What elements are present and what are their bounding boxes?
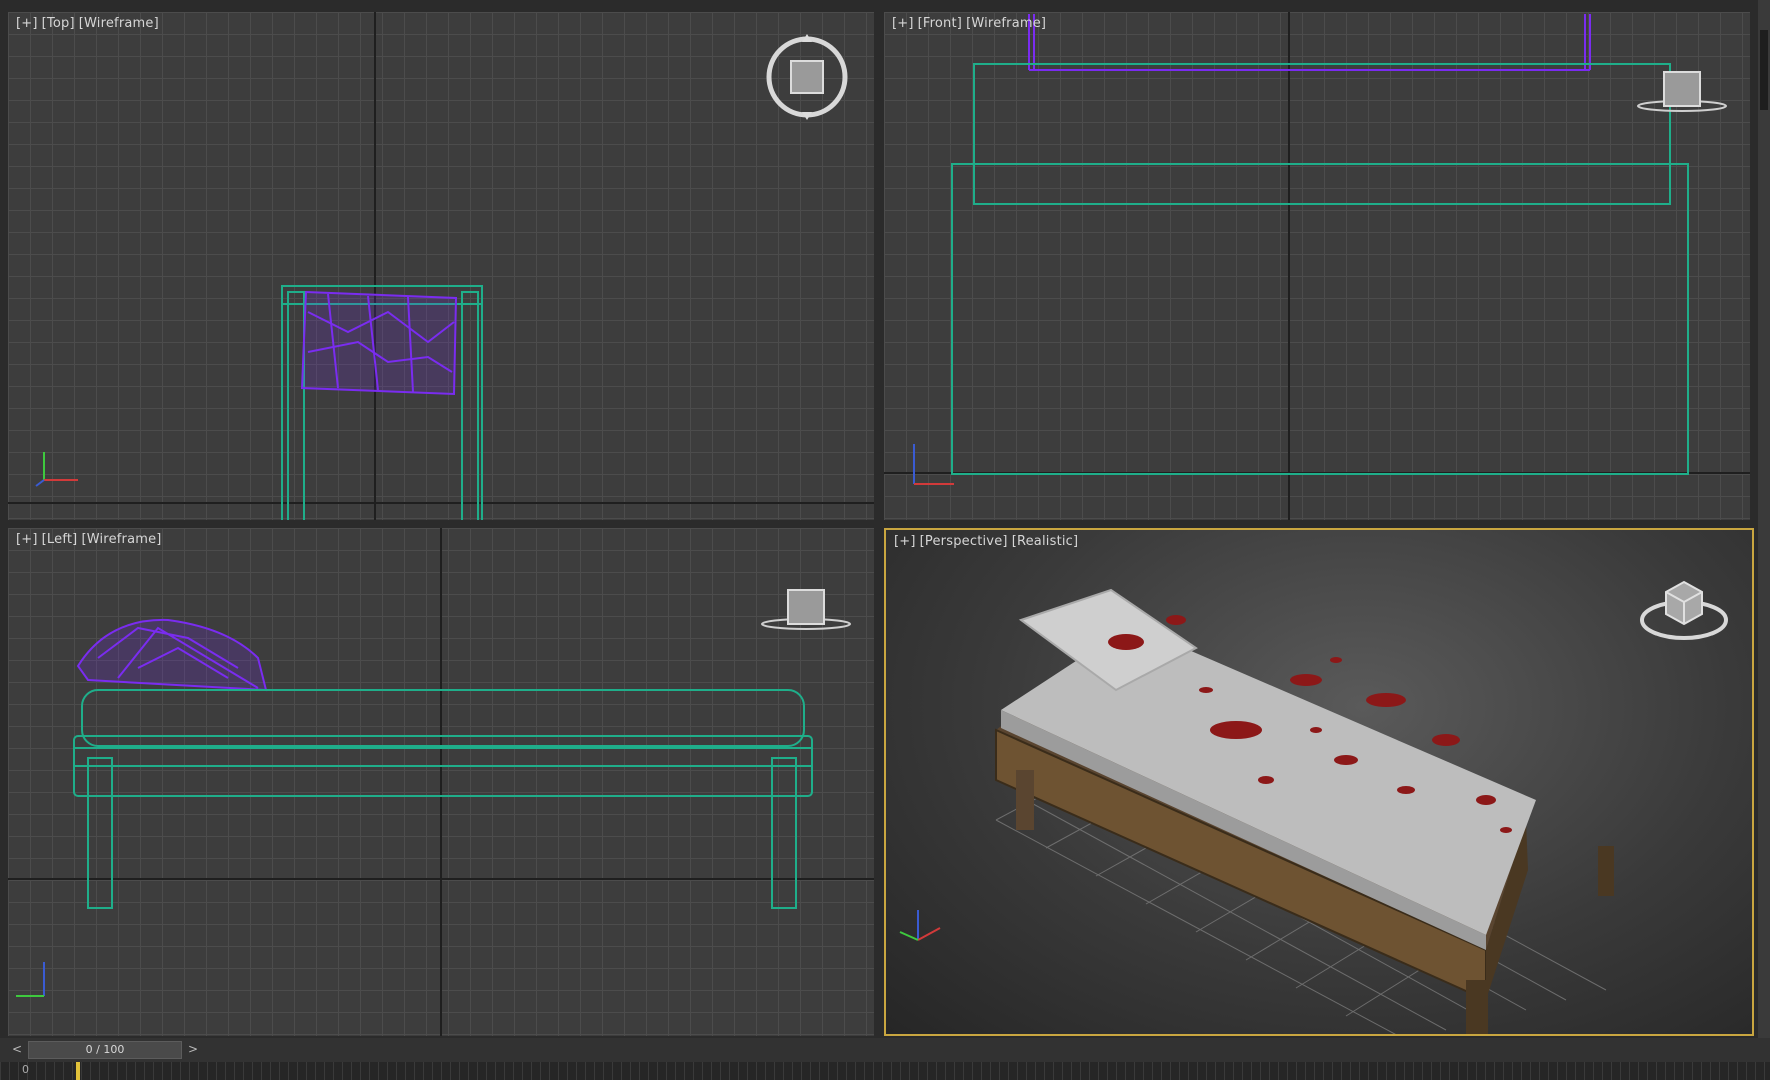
front-scene: [913, 14, 1689, 485]
bed-model: [995, 588, 1614, 1034]
previous-frame-button[interactable]: <: [10, 1041, 24, 1057]
frame-counter: 0 / 100: [85, 1043, 125, 1056]
viewport-point-of-view[interactable]: [Perspective]: [920, 534, 1008, 549]
left-scene: [16, 618, 813, 997]
track-start-label: 0: [22, 1063, 29, 1076]
viewport-point-of-view[interactable]: [Left]: [42, 532, 78, 547]
viewport-top[interactable]: [+] [Top] [Wireframe]: [8, 12, 874, 520]
scrollbar-thumb[interactable]: [1760, 30, 1768, 110]
time-slider[interactable]: 0 / 100: [28, 1041, 182, 1059]
next-frame-button[interactable]: >: [186, 1041, 200, 1057]
viewport-label-perspective[interactable]: [+] [Perspective] [Realistic]: [894, 534, 1082, 549]
viewport-menu-plus[interactable]: [+]: [16, 16, 38, 31]
axis-tripod-icon-front: [913, 444, 954, 485]
viewport-menu-plus[interactable]: [+]: [16, 532, 38, 547]
viewcube-icon[interactable]: [758, 574, 854, 644]
pillow-wireframe-front: [1028, 14, 1591, 71]
pillow-wireframe-left: [76, 618, 268, 692]
track-bar[interactable]: 0: [0, 1062, 1770, 1080]
viewport-point-of-view[interactable]: [Front]: [918, 16, 962, 31]
current-frame-marker[interactable]: [76, 1062, 80, 1080]
right-panel-scrollbar[interactable]: [1758, 0, 1770, 1038]
viewport-shading-mode[interactable]: [Wireframe]: [81, 532, 161, 547]
pillow-wireframe-top: [300, 290, 458, 396]
viewport-label-left[interactable]: [+] [Left] [Wireframe]: [16, 532, 166, 547]
viewport-point-of-view[interactable]: [Top]: [42, 16, 75, 31]
viewport-menu-plus[interactable]: [+]: [892, 16, 914, 31]
axis-tripod-icon-top: [35, 452, 78, 487]
viewport-menu-plus[interactable]: [+]: [894, 534, 916, 549]
viewport-label-top[interactable]: [+] [Top] [Wireframe]: [16, 16, 163, 31]
viewport-perspective[interactable]: [+] [Perspective] [Realistic]: [884, 528, 1754, 1036]
perspective-scene: [899, 588, 1614, 1034]
viewport-shading-mode[interactable]: [Wireframe]: [966, 16, 1046, 31]
viewport-left[interactable]: [+] [Left] [Wireframe]: [8, 528, 874, 1036]
viewcube-icon[interactable]: [1636, 568, 1732, 648]
bed-frame-wireframe-front: [951, 63, 1689, 475]
viewcube-icon[interactable]: [762, 32, 852, 122]
time-slider-bar: < 0 / 100 >: [0, 1038, 1770, 1062]
viewcube-icon[interactable]: [1634, 56, 1730, 126]
bed-frame-wireframe-left: [73, 689, 813, 909]
axis-tripod-icon-perspective: [899, 910, 941, 941]
axis-tripod-icon-left: [16, 962, 45, 997]
viewport-shading-mode[interactable]: [Wireframe]: [79, 16, 159, 31]
viewport-shading-mode[interactable]: [Realistic]: [1012, 534, 1079, 549]
viewport-front[interactable]: [+] [Front] [Wireframe]: [884, 12, 1750, 520]
top-scene: [35, 285, 483, 520]
viewport-label-front[interactable]: [+] [Front] [Wireframe]: [892, 16, 1050, 31]
